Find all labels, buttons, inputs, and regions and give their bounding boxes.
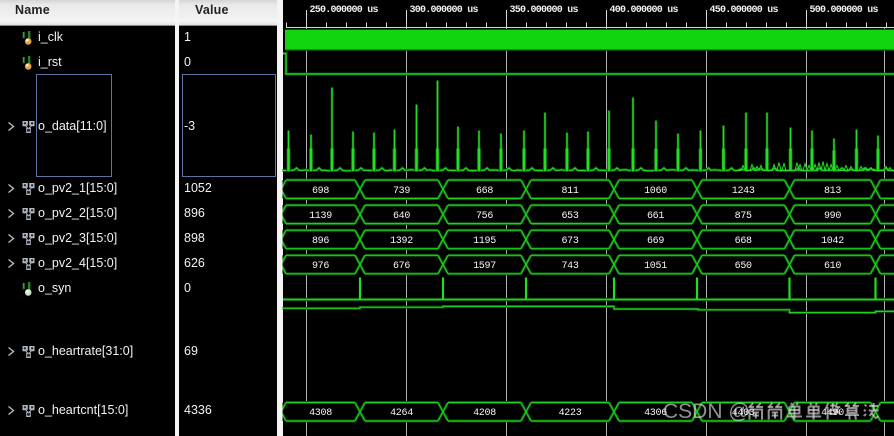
svg-text:1139: 1139 [309,211,332,222]
svg-text:668: 668 [735,236,752,247]
svg-text:300.000000 us: 300.000000 us [410,5,479,16]
svg-text:756: 756 [476,211,493,222]
svg-text:896: 896 [312,236,329,247]
svg-text:1042: 1042 [821,236,844,247]
svg-text:CSDN @: CSDN @ [663,400,750,423]
svg-text:640: 640 [393,211,410,222]
svg-text:4208: 4208 [473,408,496,419]
svg-text:743: 743 [561,261,578,272]
svg-text:250.000000 us: 250.000000 us [310,5,379,16]
svg-text:650: 650 [735,261,752,272]
svg-text:1195: 1195 [473,236,496,247]
svg-text:669: 669 [647,236,664,247]
svg-text:673: 673 [561,236,578,247]
svg-text:739: 739 [393,186,410,197]
svg-text:4264: 4264 [390,408,413,419]
svg-text:350.000000 us: 350.000000 us [510,5,579,16]
svg-text:813: 813 [824,186,841,197]
svg-text:4223: 4223 [559,408,582,419]
svg-text:976: 976 [312,261,329,272]
svg-text:1392: 1392 [390,236,413,247]
svg-text:661: 661 [647,211,664,222]
svg-text:668: 668 [476,186,493,197]
svg-text:1597: 1597 [473,261,496,272]
svg-text:990: 990 [824,211,841,222]
svg-text:1051: 1051 [644,261,667,272]
svg-text:811: 811 [561,186,578,197]
svg-text:400.000000 us: 400.000000 us [610,5,679,16]
svg-text:500.000000 us: 500.000000 us [810,5,879,16]
svg-text:698: 698 [312,186,329,197]
svg-text:1243: 1243 [732,186,755,197]
svg-text:4308: 4308 [309,408,332,419]
svg-text:653: 653 [561,211,578,222]
svg-text:676: 676 [393,261,410,272]
svg-text:450.000000 us: 450.000000 us [710,5,779,16]
svg-text:610: 610 [824,261,841,272]
svg-text:1060: 1060 [644,186,667,197]
svg-text:875: 875 [735,211,752,222]
